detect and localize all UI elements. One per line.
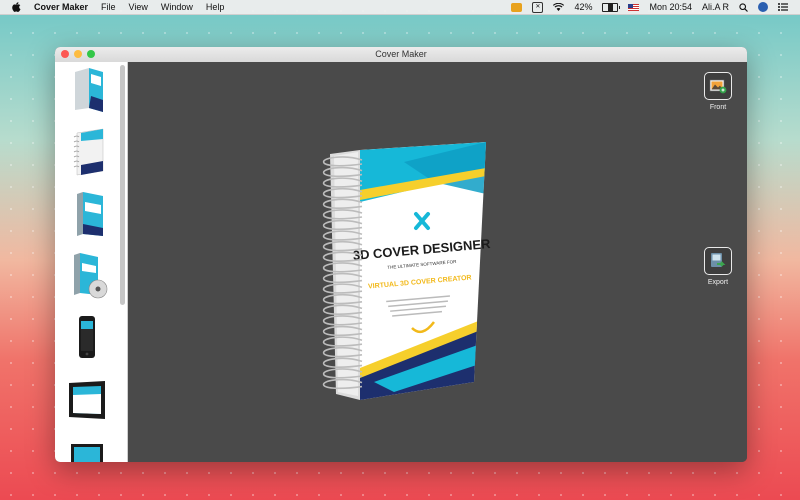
template-tablet[interactable] [63,374,111,426]
clock[interactable]: Mon 20:54 [649,2,692,12]
export-icon[interactable] [704,247,732,275]
front-image-icon[interactable] [704,72,732,100]
battery-percent: 42% [574,2,593,12]
status-app-icon[interactable] [511,2,523,12]
cover-preview[interactable]: 3D COVER DESIGNER THE ULTIMATE SOFTWARE … [314,142,494,402]
menu-window[interactable]: Window [161,2,193,12]
shield-icon[interactable]: ✕ [532,1,544,13]
template-laptop[interactable] [63,436,111,462]
menu-bar: Cover Maker File View Window Help ✕ 42% … [0,0,800,15]
app-menu[interactable]: Cover Maker [34,2,88,12]
sidebar-scrollbar[interactable] [120,65,125,305]
minimize-window-button[interactable] [74,50,82,58]
preview-canvas[interactable]: 3D COVER DESIGNER THE ULTIMATE SOFTWARE … [128,62,747,462]
template-sidebar [55,62,128,462]
template-dvd-box-with-disc[interactable] [63,250,111,302]
front-label: Front [709,104,727,111]
menu-help[interactable]: Help [206,2,225,12]
front-tool[interactable]: Front [704,72,732,111]
template-phone[interactable] [63,312,111,364]
apple-icon[interactable] [11,2,21,12]
siri-icon[interactable] [758,2,768,12]
zoom-window-button[interactable] [87,50,95,58]
input-source-flag-icon[interactable] [628,3,640,11]
menu-view[interactable]: View [129,2,148,12]
export-tool[interactable]: Export [704,247,732,286]
template-spiral-notebook[interactable] [63,126,111,178]
template-dvd-box[interactable] [63,188,111,240]
search-icon[interactable] [739,2,748,12]
template-software-box[interactable] [63,64,111,116]
battery-icon[interactable] [602,2,621,12]
app-window: Cover Maker 3D COVER DESIGNER THE ULTIMA… [55,47,747,462]
notification-center-icon[interactable] [778,3,788,11]
title-bar: Cover Maker [55,47,747,63]
user-name[interactable]: Ali.A R [702,2,729,12]
export-label: Export [707,279,729,286]
wifi-icon[interactable] [553,3,565,11]
menu-file[interactable]: File [101,2,116,12]
window-title: Cover Maker [375,49,427,59]
close-window-button[interactable] [61,50,69,58]
